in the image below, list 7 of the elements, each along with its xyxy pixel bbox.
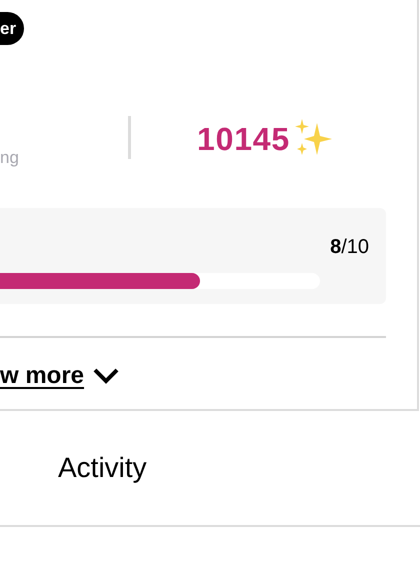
chevron-down-icon <box>92 367 120 385</box>
tab[interactable]: Activity <box>58 411 147 525</box>
stat-caption: ng <box>0 147 20 169</box>
badge: er <box>0 12 24 45</box>
show-more-link[interactable]: w more <box>0 358 120 394</box>
points-value: 10145 <box>197 120 290 159</box>
progress-count: 8/10 <box>330 235 369 260</box>
